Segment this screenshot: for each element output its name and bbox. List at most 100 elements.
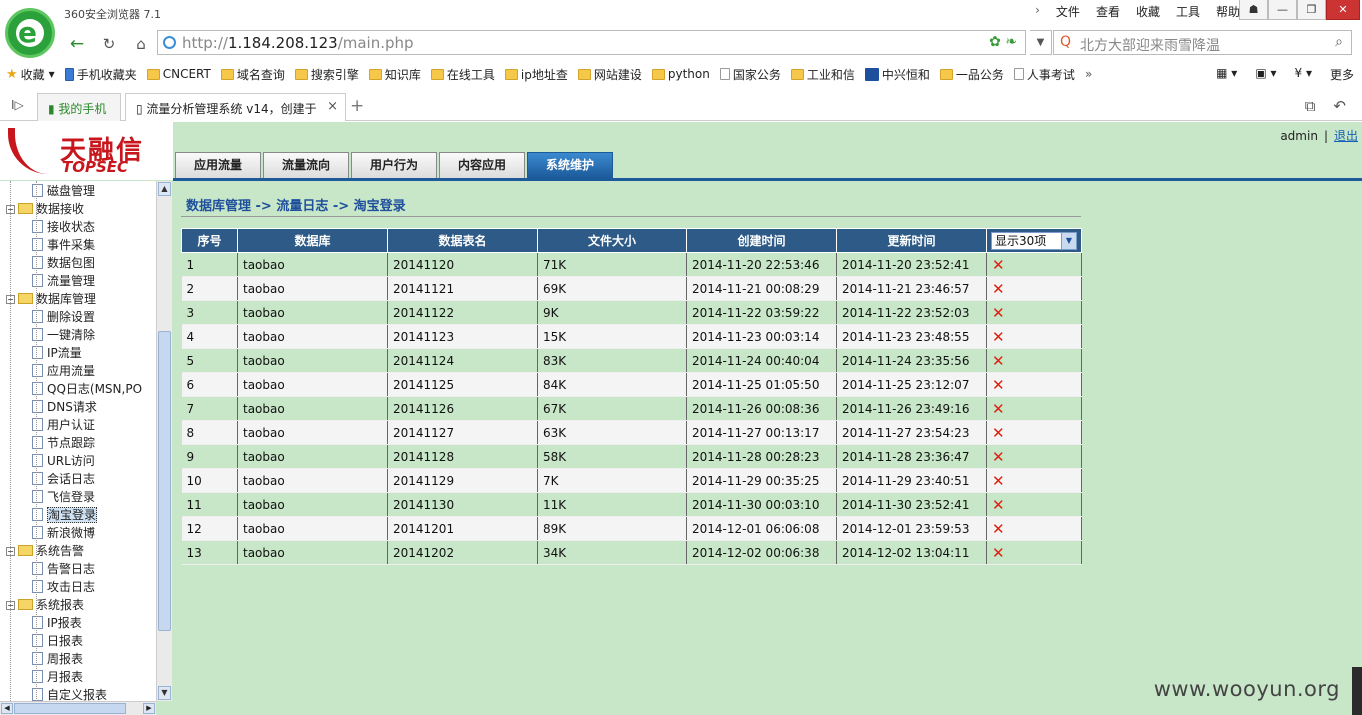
favorites-dropdown-icon[interactable]: ▾	[49, 67, 55, 81]
apps-grid-icon[interactable]: ▦ ▾	[1216, 66, 1237, 83]
delete-icon[interactable]: ✕	[986, 300, 1082, 325]
favorite-item[interactable]: 域名查询	[220, 66, 285, 83]
delete-icon[interactable]: ✕	[986, 444, 1082, 469]
maximize-button[interactable]: ❐	[1297, 0, 1326, 20]
menu-collapse-icon[interactable]: ›	[1035, 3, 1040, 20]
tree-item[interactable]: 事件采集	[32, 236, 95, 254]
tree-item[interactable]: IP流量	[32, 344, 82, 362]
favorite-item[interactable]: 搜索引擎	[294, 66, 359, 83]
favorite-item[interactable]: ★ 收藏 ▾	[6, 66, 55, 83]
skin-button[interactable]: ☗	[1239, 0, 1268, 20]
more-button[interactable]: 更多	[1330, 66, 1354, 83]
tree-item[interactable]: 删除设置	[32, 308, 95, 326]
favorite-item[interactable]: 工业和信	[790, 66, 855, 83]
menu-favorites[interactable]: 收藏	[1136, 3, 1160, 20]
tree-item[interactable]: 自定义报表	[32, 686, 107, 701]
favorite-item[interactable]: 国家公务	[719, 66, 781, 83]
tree-item[interactable]: 应用流量	[32, 362, 95, 380]
tab-close-icon[interactable]: ×	[327, 99, 338, 114]
tree-item[interactable]: 攻击日志	[32, 578, 95, 596]
game-icon[interactable]: ▣ ▾	[1255, 66, 1276, 83]
tree-item[interactable]: 一键清除	[32, 326, 95, 344]
favorite-item[interactable]: 人事考试	[1013, 66, 1075, 83]
address-url[interactable]: http://1.184.208.123/main.php	[182, 34, 414, 52]
new-tab-button[interactable]: +	[350, 96, 364, 116]
sidebar-toggle-icon[interactable]: I▷	[11, 98, 24, 112]
tab-content-apps[interactable]: 内容应用	[439, 152, 525, 178]
tree-item[interactable]: 用户认证	[32, 416, 95, 434]
home-icon[interactable]: ⌂	[130, 33, 152, 55]
undo-close-icon[interactable]: ↶	[1333, 97, 1346, 115]
scroll-right-icon[interactable]: ▶	[143, 703, 155, 714]
page-size-select[interactable]: 显示30项 ▼	[991, 232, 1077, 250]
delete-icon[interactable]: ✕	[986, 348, 1082, 373]
tree-item[interactable]: 新浪微博	[32, 524, 95, 542]
search-box[interactable]: Q 北方大部迎来雨雪降温 ⌕	[1053, 30, 1352, 55]
tree-item[interactable]: 流量管理	[32, 272, 95, 290]
address-dropdown-icon[interactable]: ▼	[1030, 30, 1052, 55]
tree-folder[interactable]: − 数据库管理	[6, 290, 96, 308]
delete-icon[interactable]: ✕	[986, 540, 1082, 565]
delete-icon[interactable]: ✕	[986, 324, 1082, 349]
tree-item[interactable]: 告警日志	[32, 560, 95, 578]
tree-item[interactable]: 飞信登录	[32, 488, 95, 506]
tree-item[interactable]: IP报表	[32, 614, 82, 632]
security-shield-icon[interactable]: ✿ ❧	[989, 34, 1017, 50]
close-window-button[interactable]: ✕	[1326, 0, 1360, 20]
favorite-item[interactable]: 手机收藏夹	[64, 66, 137, 83]
scroll-up-icon[interactable]: ▲	[158, 182, 171, 196]
delete-icon[interactable]: ✕	[986, 276, 1082, 301]
tree-item[interactable]: 淘宝登录	[32, 506, 98, 524]
tree-folder[interactable]: − 系统报表	[6, 596, 84, 614]
scroll-left-icon[interactable]: ◀	[1, 703, 13, 714]
delete-icon[interactable]: ✕	[986, 420, 1082, 445]
delete-icon[interactable]: ✕	[986, 372, 1082, 397]
minimize-button[interactable]: —	[1268, 0, 1297, 20]
favorites-overflow-icon[interactable]: »	[1085, 67, 1092, 81]
tab-system-maintenance[interactable]: 系统维护	[527, 152, 613, 178]
menu-file[interactable]: 文件	[1056, 3, 1080, 20]
tree-folder[interactable]: − 数据接收	[6, 200, 84, 218]
scroll-down-icon[interactable]: ▼	[158, 686, 171, 700]
delete-icon[interactable]: ✕	[986, 396, 1082, 421]
tab-user-behavior[interactable]: 用户行为	[351, 152, 437, 178]
delete-icon[interactable]: ✕	[986, 492, 1082, 517]
search-engine-icon[interactable]: Q	[1060, 34, 1071, 50]
menu-view[interactable]: 查看	[1096, 3, 1120, 20]
tree-item[interactable]: 节点跟踪	[32, 434, 95, 452]
tab-app-traffic[interactable]: 应用流量	[175, 152, 261, 178]
logout-link[interactable]: 退出	[1334, 129, 1358, 143]
tree-item[interactable]: QQ日志(MSN,PO	[32, 380, 142, 398]
money-icon[interactable]: ¥ ▾	[1295, 66, 1312, 83]
tree-item[interactable]: 数据包图	[32, 254, 95, 272]
tree-vertical-scrollbar[interactable]: ▲ ▼	[156, 181, 172, 701]
favorite-item[interactable]: 网站建设	[577, 66, 642, 83]
tree-item[interactable]: 会话日志	[32, 470, 95, 488]
scroll-thumb-horizontal[interactable]	[14, 703, 126, 714]
address-bar[interactable]: http://1.184.208.123/main.php ✿ ❧	[157, 30, 1026, 55]
restore-tabs-icon[interactable]: ⧉	[1305, 97, 1316, 115]
favorite-item[interactable]: 一品公务	[939, 66, 1004, 83]
tree-folder[interactable]: − 系统告警	[6, 542, 84, 560]
tree-item[interactable]: 周报表	[32, 650, 83, 668]
tree-item[interactable]: 接收状态	[32, 218, 95, 236]
favorite-item[interactable]: ip地址查	[504, 66, 568, 83]
tree-horizontal-scrollbar[interactable]: ◀ ▶	[0, 701, 156, 715]
delete-icon[interactable]: ✕	[986, 516, 1082, 541]
tree-item[interactable]: 月报表	[32, 668, 83, 686]
delete-icon[interactable]: ✕	[986, 252, 1082, 277]
search-icon[interactable]: ⌕	[1335, 34, 1343, 50]
tree-item[interactable]: 磁盘管理	[32, 182, 95, 200]
search-input[interactable]: 北方大部迎来雨雪降温	[1080, 35, 1220, 55]
favorite-item[interactable]: 知识库	[368, 66, 421, 83]
reload-icon[interactable]: ↻	[98, 33, 120, 55]
favorite-item[interactable]: python	[651, 67, 710, 81]
tree-item[interactable]: URL访问	[32, 452, 95, 470]
delete-icon[interactable]: ✕	[986, 468, 1082, 493]
tab-traffic-system[interactable]: ▯ 流量分析管理系统 v14，创建于 ×	[125, 93, 346, 121]
menu-tools[interactable]: 工具	[1176, 3, 1200, 20]
scroll-thumb[interactable]	[158, 331, 171, 631]
tab-my-phone[interactable]: ▮ 我的手机	[37, 93, 121, 121]
tree-item[interactable]: DNS请求	[32, 398, 97, 416]
favorite-item[interactable]: CNCERT	[146, 67, 211, 81]
